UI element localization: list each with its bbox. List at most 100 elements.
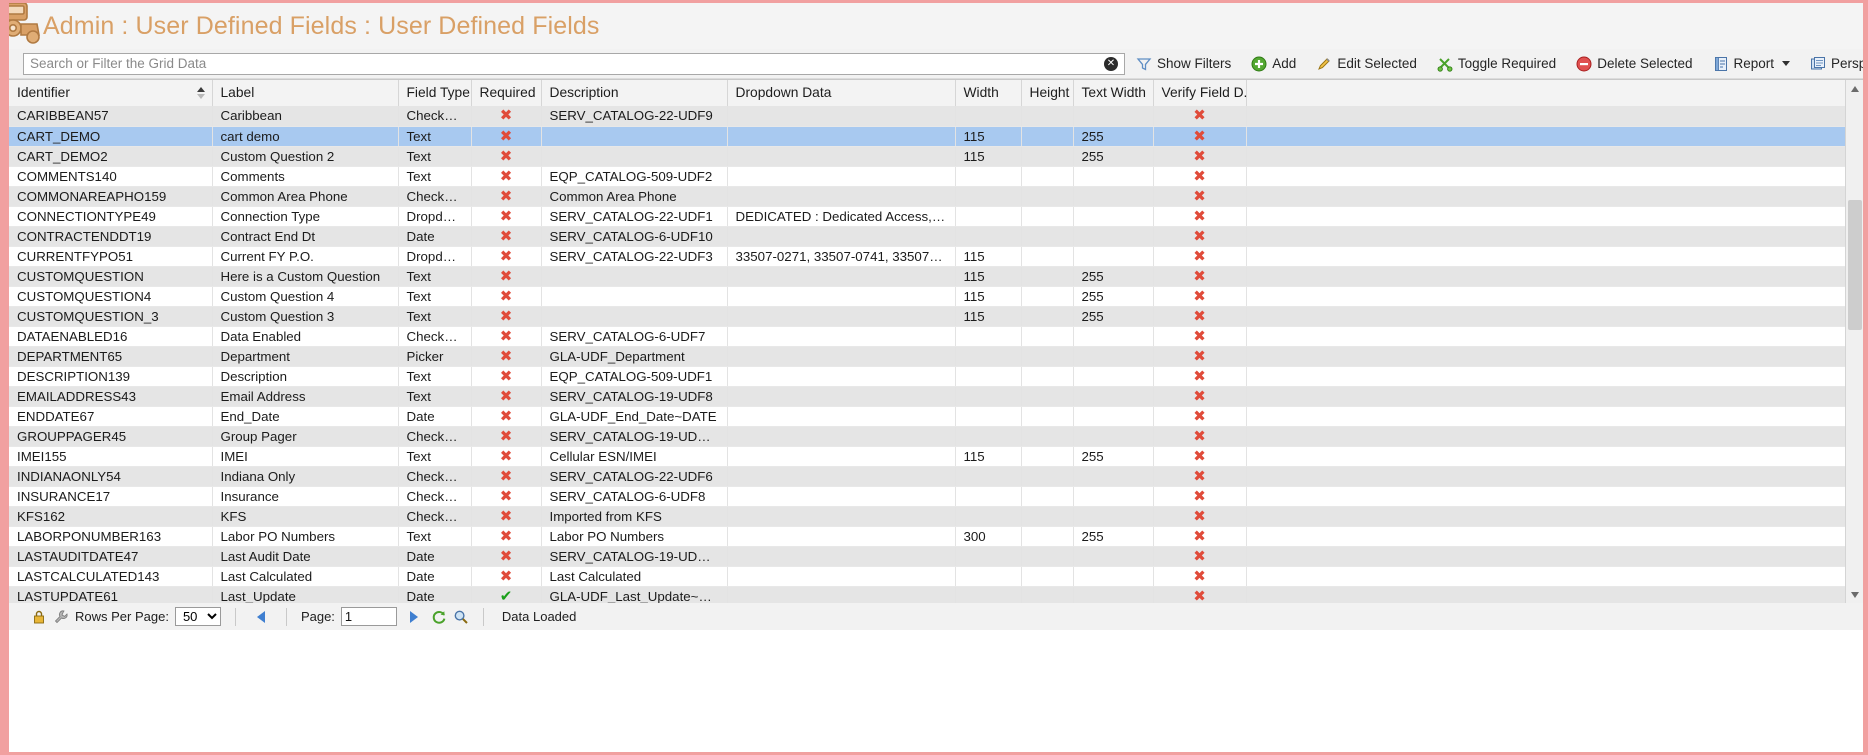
prev-page-button[interactable] — [250, 611, 272, 623]
cell-field_type: Text — [398, 286, 471, 306]
column-header-identifier[interactable]: Identifier — [9, 80, 212, 106]
table-row[interactable]: EMAILADDRESS43Email AddressText✖SERV_CAT… — [9, 386, 1849, 406]
x-icon: ✖ — [1193, 167, 1206, 185]
scroll-up-button[interactable] — [1846, 80, 1864, 97]
grid-scroll-body[interactable]: CARIBBEAN57CaribbeanCheckbox✖SERV_CATALO… — [9, 106, 1849, 603]
cell-label: Email Address — [212, 386, 398, 406]
cell-filler — [1246, 486, 1849, 506]
table-row[interactable]: CARIBBEAN57CaribbeanCheckbox✖SERV_CATALO… — [9, 106, 1849, 126]
x-icon: ✖ — [500, 327, 513, 345]
table-row[interactable]: LASTAUDITDATE47Last Audit DateDate✖SERV_… — [9, 546, 1849, 566]
cell-required: ✖ — [471, 506, 541, 526]
cell-dropdown — [727, 266, 955, 286]
magnifier-icon[interactable] — [453, 609, 469, 625]
next-page-button[interactable] — [403, 611, 425, 623]
table-row[interactable]: COMMONAREAPHO159Common Area PhoneCheckbo… — [9, 186, 1849, 206]
column-header-label[interactable]: Label — [212, 80, 398, 106]
table-row[interactable]: CONNECTIONTYPE49Connection TypeDropdown✖… — [9, 206, 1849, 226]
column-header-height[interactable]: Height — [1021, 80, 1073, 106]
cell-identifier: ENDDATE67 — [9, 406, 212, 426]
cell-description: Common Area Phone — [541, 186, 727, 206]
table-row[interactable]: CUSTOMQUESTIONHere is a Custom QuestionT… — [9, 266, 1849, 286]
refresh-icon[interactable] — [431, 609, 447, 625]
clear-search-icon[interactable]: ✕ — [1104, 57, 1118, 71]
wrench-icon[interactable] — [53, 609, 69, 625]
table-row[interactable]: DATAENABLED16Data EnabledCheckbox✖SERV_C… — [9, 326, 1849, 346]
rows-per-page-select[interactable]: 102550100 — [175, 607, 221, 626]
lock-icon[interactable] — [31, 609, 47, 625]
cell-filler — [1246, 286, 1849, 306]
table-row[interactable]: GROUPPAGER45Group PagerCheckbox✖SERV_CAT… — [9, 426, 1849, 446]
cell-field_type: Text — [398, 446, 471, 466]
search-input[interactable] — [23, 53, 1125, 75]
cell-label: Department — [212, 346, 398, 366]
table-row[interactable]: IMEI155IMEIText✖Cellular ESN/IMEI115255✖ — [9, 446, 1849, 466]
column-header-field_type[interactable]: Field Type — [398, 80, 471, 106]
cell-verify: ✖ — [1153, 446, 1246, 466]
cell-filler — [1246, 306, 1849, 326]
cell-dropdown — [727, 526, 955, 546]
page-number-input[interactable] — [341, 607, 397, 626]
column-header-description[interactable]: Description — [541, 80, 727, 106]
table-row[interactable]: LASTCALCULATED143Last CalculatedDate✖Las… — [9, 566, 1849, 586]
cell-height — [1021, 446, 1073, 466]
grid-header-table: IdentifierLabelField TypeRequiredDescrip… — [9, 80, 1850, 107]
triangle-up-icon — [1851, 86, 1859, 92]
scrollbar-thumb[interactable] — [1848, 200, 1862, 330]
cell-text_width: 255 — [1073, 286, 1153, 306]
table-row[interactable]: CUSTOMQUESTION_3Custom Question 3Text✖11… — [9, 306, 1849, 326]
cell-field_type: Text — [398, 146, 471, 166]
column-header-required[interactable]: Required — [471, 80, 541, 106]
cell-identifier: EMAILADDRESS43 — [9, 386, 212, 406]
table-row[interactable]: LASTUPDATE61Last_UpdateDate✔GLA-UDF_Last… — [9, 586, 1849, 603]
cell-verify: ✖ — [1153, 226, 1246, 246]
table-row[interactable]: CART_DEMOcart demoText✖115255✖ — [9, 126, 1849, 146]
cell-dropdown — [727, 586, 955, 603]
table-row[interactable]: ENDDATE67End_DateDate✖GLA-UDF_End_Date~D… — [9, 406, 1849, 426]
table-row[interactable]: COMMENTS140CommentsText✖EQP_CATALOG-509-… — [9, 166, 1849, 186]
column-header-dropdown[interactable]: Dropdown Data — [727, 80, 955, 106]
cell-field_type: Text — [398, 266, 471, 286]
grid-footer: Rows Per Page: 102550100 Page: Data Load… — [9, 602, 1863, 630]
cell-description: SERV_CATALOG-22-UDF9 — [541, 106, 727, 126]
cell-filler — [1246, 226, 1849, 246]
report-button[interactable]: Report — [1704, 52, 1800, 76]
cell-verify: ✖ — [1153, 126, 1246, 146]
table-row[interactable]: KFS162KFSCheckbox✖Imported from KFS✖ — [9, 506, 1849, 526]
table-row[interactable]: CONTRACTENDDT19Contract End DtDate✖SERV_… — [9, 226, 1849, 246]
table-row[interactable]: CURRENTFYPO51Current FY P.O.Dropdown✖SER… — [9, 246, 1849, 266]
table-row[interactable]: CART_DEMO2Custom Question 2Text✖115255✖ — [9, 146, 1849, 166]
cell-dropdown — [727, 426, 955, 446]
rows-per-page-label: Rows Per Page: — [75, 609, 169, 624]
table-row[interactable]: DEPARTMENT65DepartmentPicker✖GLA-UDF_Dep… — [9, 346, 1849, 366]
column-header-width[interactable]: Width — [955, 80, 1021, 106]
column-header-filler[interactable] — [1246, 80, 1849, 106]
scroll-down-button[interactable] — [1846, 586, 1864, 603]
cell-label: Labor PO Numbers — [212, 526, 398, 546]
column-header-verify[interactable]: Verify Field D... — [1153, 80, 1246, 106]
x-icon: ✖ — [500, 247, 513, 265]
column-header-label: Height — [1030, 85, 1070, 100]
table-row[interactable]: INDIANAONLY54Indiana OnlyCheckbox✖SERV_C… — [9, 466, 1849, 486]
x-icon: ✖ — [1193, 267, 1206, 285]
table-row[interactable]: LABORPONUMBER163Labor PO NumbersText✖Lab… — [9, 526, 1849, 546]
edit-selected-button[interactable]: Edit Selected — [1307, 52, 1426, 76]
cell-width — [955, 326, 1021, 346]
table-row[interactable]: INSURANCE17InsuranceCheckbox✖SERV_CATALO… — [9, 486, 1849, 506]
cell-width — [955, 186, 1021, 206]
toggle-required-button[interactable]: Toggle Required — [1428, 52, 1565, 76]
column-header-text_width[interactable]: Text Width — [1073, 80, 1153, 106]
cell-height — [1021, 466, 1073, 486]
cell-filler — [1246, 366, 1849, 386]
perspectives-button[interactable]: Perspectives — [1801, 52, 1868, 76]
cell-description: SERV_CATALOG-19-UDF10 — [541, 426, 727, 446]
add-button[interactable]: Add — [1242, 52, 1305, 76]
show-filters-button[interactable]: Show Filters — [1127, 52, 1240, 76]
vertical-scrollbar[interactable] — [1845, 80, 1863, 603]
cell-identifier: CURRENTFYPO51 — [9, 246, 212, 266]
delete-selected-button[interactable]: Delete Selected — [1567, 52, 1701, 76]
table-row[interactable]: DESCRIPTION139DescriptionText✖EQP_CATALO… — [9, 366, 1849, 386]
cell-verify: ✖ — [1153, 306, 1246, 326]
table-row[interactable]: CUSTOMQUESTION4Custom Question 4Text✖115… — [9, 286, 1849, 306]
sort-arrows-icon[interactable] — [197, 87, 205, 99]
